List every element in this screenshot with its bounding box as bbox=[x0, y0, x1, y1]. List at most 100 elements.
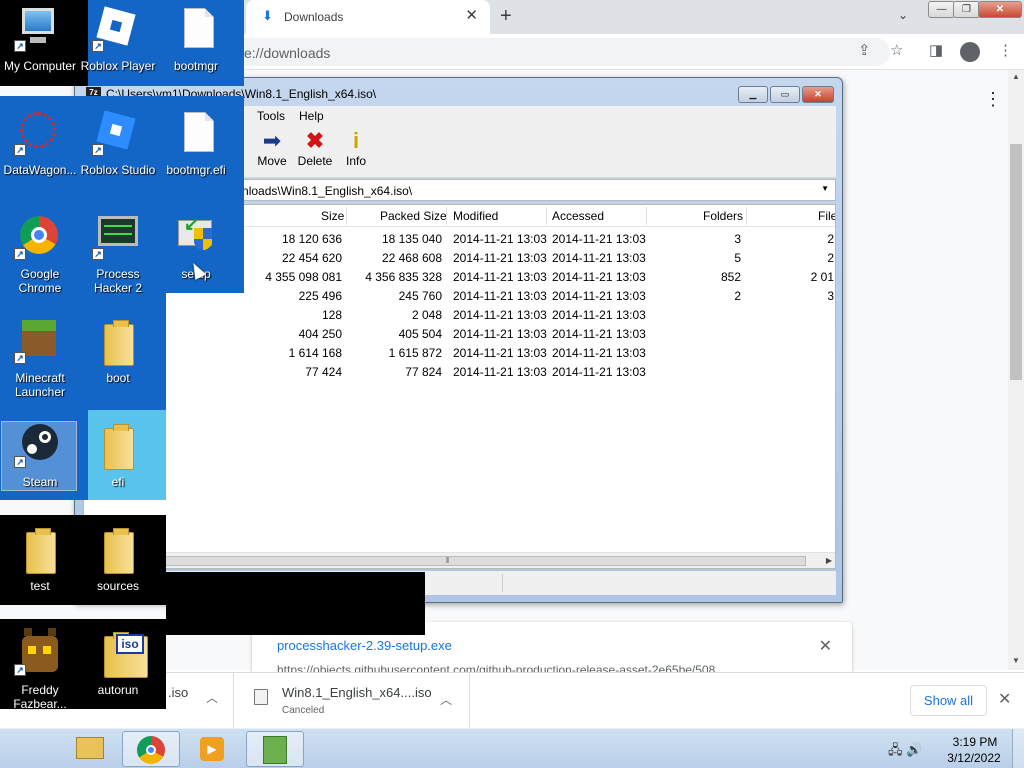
remove-download-icon[interactable]: ✕ bbox=[819, 636, 832, 656]
close-shelf-icon[interactable]: ✕ bbox=[998, 689, 1011, 709]
info-button[interactable]: i Info bbox=[333, 128, 379, 174]
side-panel-icon[interactable]: ◨ bbox=[929, 43, 943, 59]
desktop-icon[interactable]: boot bbox=[78, 312, 158, 408]
shelf-item-name: Win8.1_English_x64....iso bbox=[282, 685, 432, 700]
horizontal-scrollbar[interactable]: ⦀ ▶ bbox=[84, 552, 835, 568]
cell-modified: 2014-11-21 13:03 bbox=[453, 308, 547, 322]
column-modified[interactable]: Modified bbox=[453, 209, 498, 223]
desktop-icon[interactable]: iso autorun bbox=[78, 624, 158, 720]
table-row[interactable]: fi1 614 1681 615 8722014-11-21 13:032014… bbox=[84, 343, 835, 362]
close-button[interactable]: ✕ bbox=[802, 86, 834, 103]
menu-tools[interactable]: Tools bbox=[257, 109, 285, 123]
taskbar-explorer-button[interactable] bbox=[60, 731, 118, 767]
desktop-icon[interactable]: bootmgr bbox=[156, 0, 236, 96]
desktop-icon[interactable]: ↗ Minecraft Launcher bbox=[0, 312, 80, 408]
delete-button[interactable]: ✖ Delete bbox=[292, 128, 338, 174]
desktop-icon-label: Roblox Studio bbox=[80, 163, 156, 177]
address-bar[interactable]: e://downloads bbox=[230, 38, 890, 66]
desktop-icon-label: Minecraft Launcher bbox=[14, 371, 66, 399]
cell-packed-size: 18 135 040 bbox=[381, 232, 442, 246]
scroll-down-arrow-icon[interactable]: ▼ bbox=[1012, 656, 1020, 665]
page-scrollbar[interactable]: ▲ ▼ bbox=[1008, 70, 1024, 670]
shelf-item[interactable]: .iso ︿ bbox=[160, 673, 234, 729]
page-scroll-thumb[interactable] bbox=[1010, 144, 1022, 380]
bookmark-star-icon[interactable]: ☆ bbox=[890, 43, 903, 59]
chevron-up-icon[interactable]: ︿ bbox=[440, 691, 452, 708]
move-button[interactable]: ➡ Move bbox=[249, 128, 295, 174]
share-icon[interactable]: ⇪ bbox=[858, 43, 871, 59]
desktop-icon[interactable]: sources bbox=[78, 520, 158, 616]
column-files[interactable]: File bbox=[818, 209, 835, 223]
desktop-icon-label: boot bbox=[106, 371, 130, 385]
profile-avatar-icon[interactable] bbox=[960, 42, 980, 62]
download-icon: ⬇ bbox=[262, 8, 273, 23]
cell-accessed: 2014-11-21 13:03 bbox=[552, 289, 646, 303]
cell-modified: 2014-11-21 13:03 bbox=[453, 289, 547, 303]
scroll-right-arrow-icon[interactable]: ▶ bbox=[826, 556, 832, 565]
clock-time[interactable]: 3:19 PM bbox=[950, 735, 1000, 749]
shelf-item[interactable]: Win8.1_English_x64....iso Canceled ︿ bbox=[238, 673, 470, 729]
table-row[interactable]: 128 2 048 2014-11-21 13:03 2014-11-21 13:03 bbox=[84, 305, 835, 324]
show-desktop-button[interactable] bbox=[1012, 729, 1024, 768]
desktop-icon[interactable]: ↗ Roblox Player bbox=[78, 0, 158, 96]
address-text: e://downloads bbox=[244, 45, 331, 61]
desktop-icon[interactable]: efi bbox=[78, 416, 158, 512]
table-row[interactable]: 77 424 77 824 2014-11-21 13:03 2014-11-21 1… bbox=[84, 362, 835, 381]
minimize-button[interactable]: ▁ bbox=[738, 86, 768, 103]
scroll-up-arrow-icon[interactable]: ▲ bbox=[1012, 72, 1020, 81]
shelf-item-name: .iso bbox=[168, 685, 189, 700]
taskbar-chrome-button[interactable] bbox=[122, 731, 180, 767]
taskbar-7zip-button[interactable] bbox=[246, 731, 304, 767]
cell-packed-size: 1 615 872 bbox=[388, 346, 442, 360]
page-menu-kebab-icon[interactable]: ⋮ bbox=[984, 90, 1002, 108]
desktop-icon[interactable]: ↗ Steam bbox=[0, 416, 80, 512]
cell-modified: 2014-11-21 13:03 bbox=[453, 365, 547, 379]
cell-files: 2 bbox=[827, 251, 834, 265]
cell-accessed: 2014-11-21 13:03 bbox=[552, 251, 646, 265]
setup-shield-icon: ↙ bbox=[164, 208, 228, 264]
menu-kebab-icon[interactable]: ⋮ bbox=[998, 43, 1013, 59]
column-divider bbox=[546, 207, 547, 225]
desktop-icon[interactable]: ↗ Roblox Studio bbox=[78, 104, 158, 200]
download-file-link[interactable]: processhacker-2.39-setup.exe bbox=[277, 638, 452, 653]
dropdown-arrow-icon[interactable]: ▼ bbox=[821, 184, 829, 193]
clock-date[interactable]: 3/12/2022 bbox=[946, 751, 1002, 765]
column-size[interactable]: Size bbox=[321, 209, 344, 223]
maximize-button[interactable]: ▭ bbox=[770, 86, 800, 103]
tray-network-volume-icons[interactable]: 🖧 🔊 bbox=[888, 741, 922, 763]
shelf-item-status: Canceled bbox=[282, 705, 325, 716]
tab-downloads[interactable]: ⬇ Downloads ✕ bbox=[246, 0, 490, 34]
horizontal-scroll-thumb[interactable]: ⦀ bbox=[90, 556, 806, 566]
column-folders[interactable]: Folders bbox=[703, 209, 743, 223]
taskbar-media-player-button[interactable]: ▶ bbox=[184, 731, 242, 767]
shortcut-arrow-icon: ↗ bbox=[92, 144, 104, 156]
desktop-icon[interactable]: ↗ Google Chrome bbox=[0, 208, 80, 304]
cell-modified: 2014-11-21 13:03 bbox=[453, 346, 547, 360]
tab-title: Downloads bbox=[284, 10, 344, 24]
new-tab-button[interactable]: + bbox=[500, 5, 512, 27]
maximize-button[interactable]: ❐ bbox=[953, 1, 980, 18]
tab-close-icon[interactable]: ✕ bbox=[465, 8, 478, 24]
desktop-icon[interactable]: ↙ setup bbox=[156, 208, 236, 304]
cell-files: 3 bbox=[827, 289, 834, 303]
menu-help[interactable]: Help bbox=[299, 109, 324, 123]
desktop-icon[interactable]: ↗ My Computer bbox=[0, 0, 80, 96]
cell-folders: 3 bbox=[734, 232, 741, 246]
cell-size: 18 120 636 bbox=[281, 232, 342, 246]
close-button[interactable]: ✕ bbox=[978, 1, 1022, 18]
desktop-icon[interactable]: bootmgr.efi bbox=[156, 104, 236, 200]
desktop-icon[interactable]: test bbox=[0, 520, 80, 616]
cell-accessed: 2014-11-21 13:03 bbox=[552, 270, 646, 284]
desktop-icon[interactable]: ↗ Process Hacker 2 bbox=[78, 208, 158, 304]
chevron-up-icon[interactable]: ︿ bbox=[206, 689, 218, 706]
column-packed-size[interactable]: Packed Size bbox=[380, 209, 447, 223]
table-row[interactable]: 404 250 405 504 2014-11-21 13:03 2014-11-21… bbox=[84, 324, 835, 343]
minimize-button[interactable]: — bbox=[928, 1, 955, 18]
desktop-icon[interactable]: ↗ DataWagon... bbox=[0, 104, 80, 200]
desktop-icon[interactable]: ↗ Freddy Fazbear... bbox=[0, 624, 80, 720]
tab-search-chevron-icon[interactable]: ⌄ bbox=[898, 8, 908, 22]
column-accessed[interactable]: Accessed bbox=[552, 209, 604, 223]
cell-folders: 2 bbox=[734, 289, 741, 303]
status-pane bbox=[502, 574, 836, 592]
show-all-button[interactable]: Show all bbox=[910, 685, 987, 716]
